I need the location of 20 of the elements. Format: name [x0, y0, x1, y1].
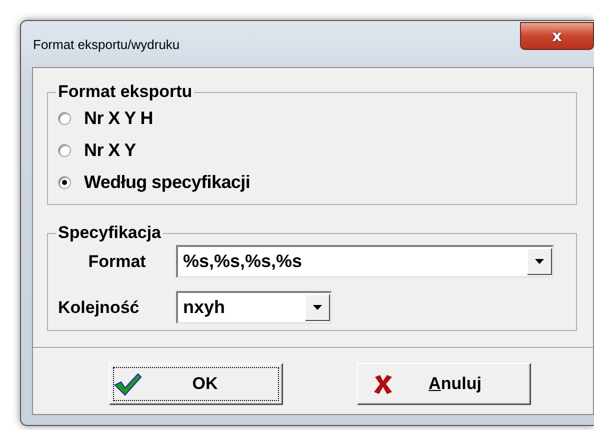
radio-label: Nr X Y	[84, 140, 136, 160]
dropdown-field[interactable]: nxyh	[176, 291, 332, 324]
radio-button[interactable]	[58, 112, 71, 124]
cross-icon	[372, 373, 394, 395]
group-title: Specyfikacja	[57, 225, 162, 241]
field-label: Kolejność	[58, 298, 140, 318]
window-title: Format eksportu/wydruku	[33, 36, 180, 52]
group-title: Format eksportu	[57, 84, 194, 100]
field-label: Format	[87, 252, 147, 272]
radio-button[interactable]	[58, 176, 71, 188]
radio-button[interactable]	[58, 144, 71, 156]
checkmark-icon	[114, 372, 142, 396]
radio-label: Nr X Y H	[84, 108, 153, 128]
dropdown-arrow-icon	[313, 305, 322, 310]
dropdown-arrow-icon	[535, 259, 544, 264]
dropdown-field[interactable]: %s,%s,%s,%s	[176, 245, 554, 278]
radio-label: Według specyfikacji	[84, 172, 250, 192]
cancel-button[interactable]: Anuluj	[357, 363, 531, 405]
ok-button[interactable]: OK	[109, 363, 283, 405]
close-button[interactable]: x	[520, 22, 594, 50]
